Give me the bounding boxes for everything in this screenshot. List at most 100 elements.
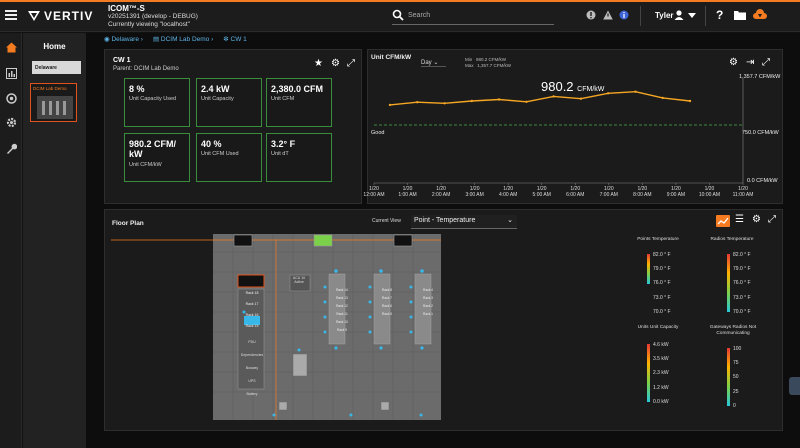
info-icon[interactable] xyxy=(619,10,629,20)
cloud-download-icon[interactable] xyxy=(753,9,767,20)
legend-tick: 76.0 ° F xyxy=(733,280,751,286)
data-point xyxy=(416,101,419,104)
home-icon[interactable] xyxy=(6,42,17,53)
good-label: Good xyxy=(371,130,385,136)
alarm-icon[interactable] xyxy=(586,10,596,20)
legend-tick: 1.2 kW xyxy=(653,385,669,391)
export-icon[interactable]: ⇥ xyxy=(746,58,754,68)
side-tab-handle[interactable] xyxy=(789,377,800,395)
legend-tick: 50 xyxy=(733,374,739,380)
x-tick-label: 1/20 3:00 AM xyxy=(465,186,484,198)
data-point xyxy=(525,100,528,103)
range-dropdown[interactable]: Day ⌄ xyxy=(421,59,446,67)
metric-label: Unit Capacity xyxy=(201,96,234,102)
legend-tick: 25 xyxy=(733,389,739,395)
x-tick-label: 1/20 7:00 AM xyxy=(599,186,618,198)
floor-plan-canvas[interactable] xyxy=(111,232,441,424)
breadcrumb-site[interactable]: ◉ Delaware › xyxy=(104,35,143,43)
unit-parent: Parent: DCIM Lab Demo xyxy=(113,66,179,72)
search-icon xyxy=(392,9,404,21)
user-name[interactable]: Tyler xyxy=(655,11,674,20)
metric-value: 980.2 CFM/ kW xyxy=(129,139,177,159)
user-icon[interactable] xyxy=(674,10,684,20)
metric-card: 2,380.0 CFM Unit CFM xyxy=(266,78,332,127)
legend-tick: 2.3 kW xyxy=(653,370,669,376)
network-icon[interactable] xyxy=(6,93,17,104)
x-tick-label: 1/20 6:00 AM xyxy=(566,186,585,198)
expand-icon[interactable]: ⤢ xyxy=(347,59,355,69)
current-view-select[interactable]: Point - Temperature ⌄ xyxy=(411,215,517,229)
chevron-down-icon: ⌄ xyxy=(507,217,513,224)
acu-label: ACU 10 Active xyxy=(292,276,306,284)
metric-value: 2,380.0 CFM xyxy=(271,84,324,94)
nav-title: Home xyxy=(43,42,66,51)
floor-plan-panel: Floor Plan Current View Point - Temperat… xyxy=(104,209,783,431)
settings-icon[interactable]: ⚙ xyxy=(729,58,738,68)
favorite-star-icon[interactable]: ★ xyxy=(314,59,323,69)
help-icon[interactable]: ? xyxy=(716,9,723,21)
legend-gradient xyxy=(647,254,650,284)
expand-icon[interactable]: ⤢ xyxy=(768,215,776,225)
chevron-down-icon: ⌄ xyxy=(433,60,439,66)
legend-units-capacity: Units Unit Capacity xyxy=(637,325,679,330)
data-point xyxy=(552,95,555,98)
metric-value: 3.2° F xyxy=(271,139,296,149)
legend-tick: 79.0 ° F xyxy=(653,266,671,272)
nav-site-item[interactable]: Delaware xyxy=(32,61,81,74)
site-navigation: Home Delaware DCIM Lab Demo xyxy=(23,33,86,448)
breadcrumb-floor[interactable]: ▤ DCIM Lab Demo › xyxy=(153,35,213,43)
wrench-icon[interactable] xyxy=(6,143,17,154)
list-view-icon[interactable]: ☰ xyxy=(735,215,744,225)
icon-sidebar xyxy=(0,33,22,448)
legend-tick: 70.0 ° F xyxy=(733,309,751,315)
infra-labels: PDU Dependencies Busway UPS Battery xyxy=(240,340,264,396)
accent-strip xyxy=(0,0,800,2)
data-point xyxy=(607,92,610,95)
metric-label: Unit CFM/kW xyxy=(129,162,162,168)
current-value: 980.2 CFM/kW xyxy=(541,79,605,94)
search-input[interactable]: Search xyxy=(392,8,554,25)
app-version: v20251391 (develop - DEBUG) xyxy=(108,13,198,20)
settings-icon[interactable]: ⚙ xyxy=(752,215,761,225)
metric-value: 40 % xyxy=(201,139,222,149)
legend-tick: 75 xyxy=(733,360,739,366)
legend-tick: 4.6 kW xyxy=(653,342,669,348)
x-tick-label: 1/20 8:00 AM xyxy=(633,186,652,198)
legend-points-temperature: Points Temperature xyxy=(637,237,679,242)
reports-icon[interactable] xyxy=(6,68,17,79)
settings-icon[interactable] xyxy=(6,117,17,128)
expand-icon[interactable]: ⤢ xyxy=(762,58,770,68)
legend-tick: 82.0 ° F xyxy=(733,252,751,258)
legend-tick: 0 xyxy=(733,403,736,409)
legend-radios-temperature: Radios Temperature xyxy=(710,237,754,242)
legend-gradient xyxy=(647,344,650,402)
hamburger-menu-icon[interactable] xyxy=(5,10,17,20)
metric-card: 8 % Unit Capacity Used xyxy=(124,78,190,127)
metric-label: Unit Capacity Used xyxy=(129,96,177,102)
legend-tick: 100 xyxy=(733,346,742,352)
chart-plot xyxy=(373,78,744,185)
rack-column: Rack 4 Rack 3 Rack 2 Rack 1 xyxy=(423,288,433,316)
folder-icon[interactable] xyxy=(734,10,746,20)
metric-label: Unit CFM Used xyxy=(201,151,239,157)
breadcrumb-unit[interactable]: ✼ CW 1 xyxy=(223,35,247,43)
legend-tick: 73.0 ° F xyxy=(733,295,751,301)
legend-gradient xyxy=(727,254,730,312)
top-bar: VERTIV ICOM™-S v20251391 (develop - DEBU… xyxy=(0,0,800,32)
x-tick-label: 1/20 4:00 AM xyxy=(498,186,518,198)
thumb-label: DCIM Lab Demo xyxy=(33,86,67,91)
unit-title: CW 1 xyxy=(113,57,131,64)
warning-icon[interactable] xyxy=(603,10,613,20)
x-tick-label: 1/20 10:00 AM xyxy=(698,186,721,198)
chevron-down-icon[interactable] xyxy=(688,13,696,18)
rack-column: Rack 14 Rack 13 Rack 12 Rack 11 Rack 10 Rack … xyxy=(336,288,348,332)
unit-summary-panel: CW 1 Parent: DCIM Lab Demo ★ ⚙ ⤢ 8 % Uni… xyxy=(104,49,362,204)
y-tick-label: 1,357.7 CFM/kW xyxy=(739,74,781,80)
floor-thumbnail[interactable]: DCIM Lab Demo xyxy=(30,83,77,122)
settings-icon[interactable]: ⚙ xyxy=(331,59,340,69)
data-point xyxy=(634,90,637,93)
y-tick-label: 750.0 CFM/kW xyxy=(742,130,779,136)
legend-gateways: Gateways Radios Not Communicating xyxy=(709,325,757,336)
x-tick-label: 1/20 12:00 AM xyxy=(363,186,385,198)
heatmap-view-button[interactable] xyxy=(716,215,730,227)
